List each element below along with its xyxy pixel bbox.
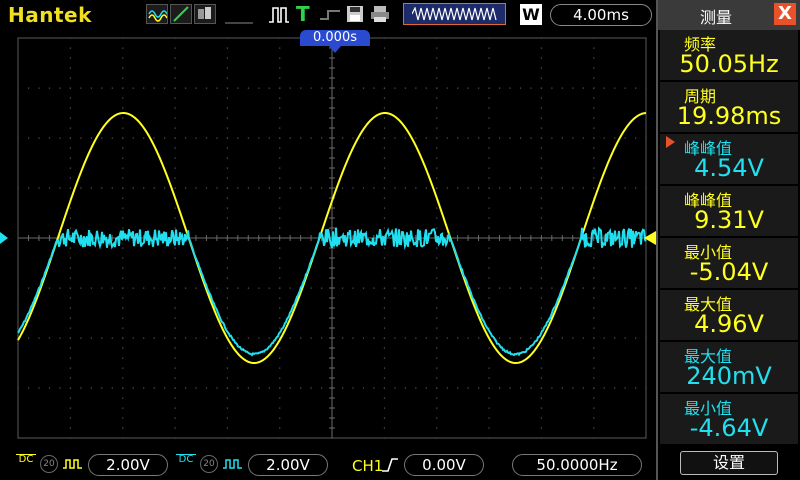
measurement-value: -4.64V (689, 414, 769, 442)
measurement-value: 4.96V (694, 310, 764, 338)
run-stop-icon[interactable] (268, 5, 290, 25)
brand-logo: Hantek (8, 3, 92, 27)
measurement-item[interactable]: 峰峰值 9.31V (660, 186, 798, 236)
window-label[interactable]: W (520, 4, 542, 25)
ch2-square-wave-icon (223, 459, 242, 469)
status-bar: DC 20 2.00V DC 20 2.00V CH1 0.00V 50.000… (0, 448, 656, 480)
waveform-display[interactable] (0, 30, 656, 448)
ch2-coupling[interactable]: DC (176, 454, 196, 465)
rising-edge-icon[interactable] (381, 457, 399, 473)
ch1-coupling[interactable]: DC (16, 454, 36, 465)
ch1-volts-per-div[interactable]: 2.00V (88, 454, 168, 476)
wave-window-icon[interactable] (403, 3, 506, 25)
measurement-value: 240mV (686, 362, 772, 390)
measurement-item[interactable]: 最大值 4.96V (660, 290, 798, 340)
top-toolbar: Hantek T W 4.00ms (0, 0, 656, 30)
measurement-item[interactable]: 周期 19.98ms (660, 82, 798, 132)
ch1-bandwidth-limit[interactable]: 20 (40, 455, 58, 473)
measurement-item[interactable]: 最小值 -4.64V (660, 394, 798, 444)
settings-button[interactable]: 设置 (680, 451, 778, 475)
measurement-value: 19.98ms (676, 102, 782, 130)
measurement-item[interactable]: 频率 50.05Hz (660, 30, 798, 80)
measurement-item[interactable]: 最大值 240mV (660, 342, 798, 392)
panel-title: 测量 (700, 8, 733, 27)
waveform-mode-icon[interactable] (146, 4, 218, 24)
measurement-value: 4.54V (694, 154, 764, 182)
measurement-item[interactable]: 峰峰值 4.54V (660, 134, 798, 184)
frequency-counter[interactable]: 50.0000Hz (512, 454, 642, 476)
trigger-level[interactable]: 0.00V (404, 454, 484, 476)
print-icon[interactable] (370, 5, 390, 23)
ch1-square-wave-icon (63, 459, 82, 469)
graticule (0, 37, 656, 439)
trigger-source[interactable]: CH1 (352, 457, 383, 475)
measurement-value: 9.31V (694, 206, 764, 234)
close-button[interactable]: X (774, 3, 796, 25)
measurement-item[interactable]: 最小值 -5.04V (660, 238, 798, 288)
trigger-icon[interactable]: T (296, 2, 310, 26)
save-icon[interactable] (346, 5, 364, 23)
ch2-ground-marker[interactable] (0, 232, 8, 244)
measurement-value: -5.04V (689, 258, 769, 286)
ch2-volts-per-div[interactable]: 2.00V (248, 454, 328, 476)
measure-panel: 测量 X 频率 50.05Hz 周期 19.98ms 峰峰值 4.54V 峰峰值 9.31V 最… (656, 0, 800, 480)
trigger-position-label[interactable]: 0.000s (300, 30, 370, 46)
trigger-position-marker (329, 46, 341, 53)
divider (225, 6, 253, 24)
measurement-value: 50.05Hz (679, 50, 779, 78)
trigger-status-icon (318, 8, 342, 22)
timebase-display[interactable]: 4.00ms (550, 4, 652, 26)
panel-header: 测量 X (658, 0, 800, 30)
ch2-bandwidth-limit[interactable]: 20 (200, 455, 218, 473)
selected-marker-icon (666, 136, 675, 148)
